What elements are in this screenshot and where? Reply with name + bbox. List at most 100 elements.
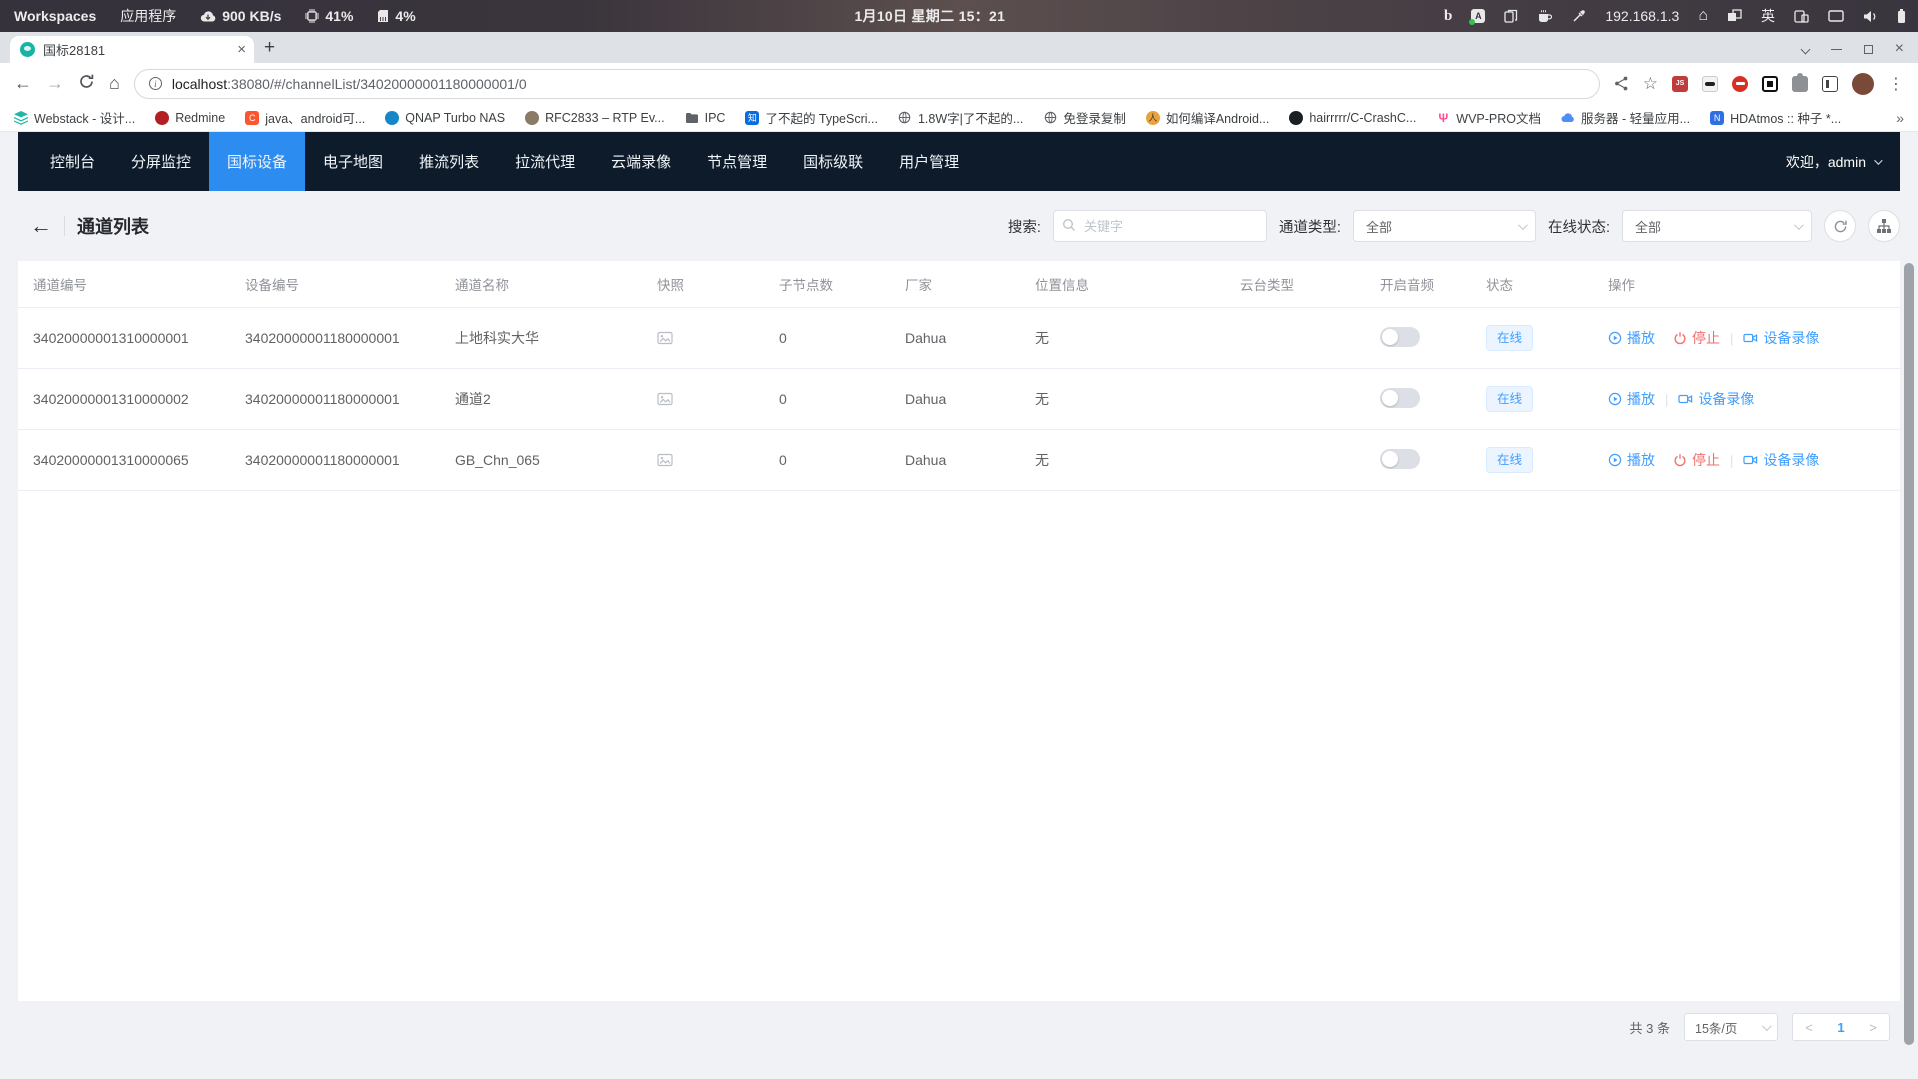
clipboard-tray-icon[interactable] — [1504, 9, 1518, 23]
play-button[interactable]: 播放 — [1608, 328, 1655, 348]
header-device-id: 设备编号 — [230, 274, 440, 294]
forward-button[interactable]: → — [46, 73, 64, 94]
nav-item-users[interactable]: 用户管理 — [881, 132, 977, 191]
minimize-window-button[interactable] — [1831, 49, 1842, 50]
bookmark-copy-tool[interactable]: 免登录复制 — [1043, 108, 1126, 127]
header-channel-id: 通道编号 — [18, 274, 230, 294]
close-window-button[interactable]: × — [1895, 41, 1904, 57]
screenshare-tray-icon[interactable] — [1794, 9, 1809, 23]
reload-button[interactable] — [78, 73, 95, 95]
nav-item-nodes[interactable]: 节点管理 — [689, 132, 785, 191]
notes-tray-icon[interactable]: A — [1471, 9, 1485, 23]
audio-toggle[interactable] — [1380, 388, 1420, 408]
page-size-select[interactable]: 15条/页 — [1684, 1013, 1778, 1041]
stop-button[interactable]: 停止 — [1673, 450, 1720, 470]
bookmark-star-icon[interactable]: ☆ — [1643, 74, 1658, 94]
audio-toggle[interactable] — [1380, 449, 1420, 469]
tab-search-chevron-icon[interactable] — [1800, 44, 1810, 54]
workspaces-button[interactable]: Workspaces — [14, 8, 96, 24]
extensions-puzzle-icon[interactable] — [1792, 76, 1808, 92]
bookmark-article-1[interactable]: 1.8W字|了不起的... — [898, 108, 1023, 127]
network-speed-indicator[interactable]: 900 KB/s — [200, 8, 281, 24]
status-badge: 在线 — [1486, 386, 1533, 412]
new-tab-button[interactable]: + — [264, 37, 275, 59]
device-tree-button[interactable] — [1868, 210, 1900, 242]
bookmark-redmine[interactable]: Redmine — [155, 111, 225, 125]
bookmark-cloud-server[interactable]: 服务器 - 轻量应用... — [1561, 108, 1690, 127]
extension-frame-icon[interactable] — [1762, 76, 1778, 92]
ip-address-indicator[interactable]: 192.168.1.3 — [1605, 8, 1679, 24]
refresh-button[interactable] — [1824, 210, 1856, 242]
device-record-button[interactable]: 设备录像 — [1743, 328, 1819, 348]
cpu-usage-indicator[interactable]: 41% — [305, 8, 353, 24]
search-input[interactable] — [1053, 210, 1267, 242]
browser-menu-icon[interactable]: ⋮ — [1888, 74, 1904, 94]
bookmark-webstack[interactable]: Webstack - 设计... — [14, 108, 135, 127]
bookmark-android-build[interactable]: 人如何编译Android... — [1146, 108, 1270, 127]
share-icon[interactable] — [1614, 76, 1629, 91]
snapshot-image-icon[interactable] — [642, 392, 764, 406]
bookmark-hdatmos[interactable]: NHDAtmos :: 种子 *... — [1710, 108, 1841, 127]
play-button[interactable]: 播放 — [1608, 389, 1655, 409]
device-record-button[interactable]: 设备录像 — [1743, 450, 1819, 470]
monitor-tray-icon[interactable] — [1828, 10, 1844, 23]
zhihu-favicon: 知 — [745, 111, 759, 125]
stop-button[interactable]: 停止 — [1673, 328, 1720, 348]
prev-page-button[interactable]: < — [1793, 1020, 1825, 1035]
device-record-button[interactable]: 设备录像 — [1678, 389, 1754, 409]
nav-item-gb-devices[interactable]: 国标设备 — [209, 132, 305, 191]
more-bookmarks-chevron[interactable]: » — [1896, 110, 1904, 126]
next-page-button[interactable]: > — [1857, 1020, 1889, 1035]
input-method-indicator[interactable]: 英 — [1761, 6, 1775, 26]
bookmark-csdn[interactable]: Cjava、android可... — [245, 108, 365, 127]
tab-close-icon[interactable]: × — [237, 42, 246, 57]
browser-profile-avatar[interactable] — [1852, 73, 1874, 95]
nav-item-pull-proxy[interactable]: 拉流代理 — [497, 132, 593, 191]
home-tray-icon[interactable]: ⌂ — [1698, 7, 1708, 25]
extension-adblock-icon[interactable] — [1732, 76, 1748, 92]
reading-list-icon[interactable] — [1822, 76, 1838, 92]
clock[interactable]: 1月10日 星期二 15：21 — [416, 6, 1444, 26]
bookmark-wvp-docs[interactable]: ΨWVP-PRO文档 — [1436, 108, 1541, 127]
maximize-window-button[interactable] — [1864, 45, 1873, 54]
memory-usage-indicator[interactable]: 4% — [377, 8, 415, 24]
extension-glasses-icon[interactable] — [1702, 76, 1718, 92]
audio-toggle[interactable] — [1380, 327, 1420, 347]
snapshot-image-icon[interactable] — [642, 331, 764, 345]
address-bar[interactable]: i localhost:38080/#/channelList/34020000… — [134, 69, 1600, 99]
coffee-tray-icon[interactable] — [1537, 9, 1553, 23]
online-status-select[interactable]: 全部 — [1622, 210, 1812, 242]
nav-item-console[interactable]: 控制台 — [32, 132, 113, 191]
snapshot-image-icon[interactable] — [642, 453, 764, 467]
cell-channel-id: 34020000001310000065 — [18, 452, 230, 468]
bookmark-rfc2833[interactable]: RFC2833 – RTP Ev... — [525, 111, 665, 125]
current-page-button[interactable]: 1 — [1825, 1020, 1857, 1035]
home-button[interactable]: ⌂ — [109, 73, 120, 94]
nav-item-cloud-record[interactable]: 云端录像 — [593, 132, 689, 191]
bookmark-qnap[interactable]: QNAP Turbo NAS — [385, 111, 505, 125]
channel-type-select[interactable]: 全部 — [1353, 210, 1536, 242]
user-menu[interactable]: 欢迎，admin — [1786, 152, 1900, 172]
bookmark-ipc-folder[interactable]: IPC — [685, 111, 726, 125]
divider: | — [1665, 392, 1668, 407]
dropper-tray-icon[interactable] — [1572, 9, 1586, 23]
nav-item-split-screen[interactable]: 分屏监控 — [113, 132, 209, 191]
page-scrollbar[interactable] — [1904, 263, 1914, 1045]
battery-icon[interactable] — [1897, 9, 1906, 24]
bookmark-zhihu[interactable]: 知了不起的 TypeScri... — [745, 108, 878, 127]
browser-tab[interactable]: 国标28181 × — [10, 36, 254, 63]
play-button[interactable]: 播放 — [1608, 450, 1655, 470]
bing-tray-icon[interactable]: b — [1444, 8, 1452, 25]
table-row: 34020000001310000002 3402000000118000000… — [18, 369, 1900, 430]
applications-menu[interactable]: 应用程序 — [120, 6, 176, 26]
nav-item-gb-cascade[interactable]: 国标级联 — [785, 132, 881, 191]
nav-item-push-streams[interactable]: 推流列表 — [401, 132, 497, 191]
window-switcher-icon[interactable] — [1727, 9, 1742, 23]
back-button[interactable]: ← — [14, 73, 32, 94]
extension-js-icon[interactable]: JS — [1672, 76, 1688, 92]
nav-item-map[interactable]: 电子地图 — [305, 132, 401, 191]
bookmark-github[interactable]: hairrrrr/C-CrashC... — [1289, 111, 1416, 125]
page-back-button[interactable]: ← — [30, 213, 52, 239]
site-info-icon[interactable]: i — [149, 77, 162, 90]
volume-icon[interactable] — [1863, 10, 1878, 23]
